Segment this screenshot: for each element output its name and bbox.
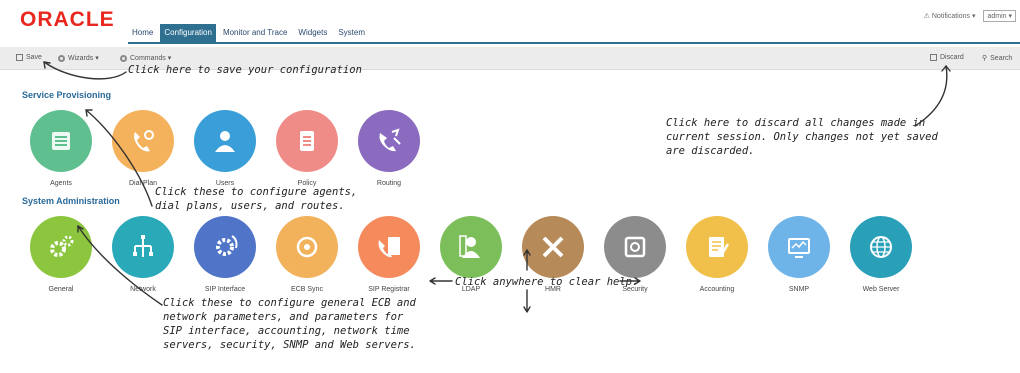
arrow-to-discard — [914, 65, 948, 127]
arrow-clear-right — [619, 277, 641, 285]
arrow-clear-left — [429, 277, 453, 285]
arrow-to-admin-tiles — [77, 225, 163, 306]
arrow-clear-up — [523, 249, 531, 271]
arrow-to-service-tiles — [85, 109, 153, 207]
arrow-to-save — [43, 61, 127, 80]
arrow-clear-down — [523, 289, 531, 313]
help-arrows — [43, 61, 951, 313]
